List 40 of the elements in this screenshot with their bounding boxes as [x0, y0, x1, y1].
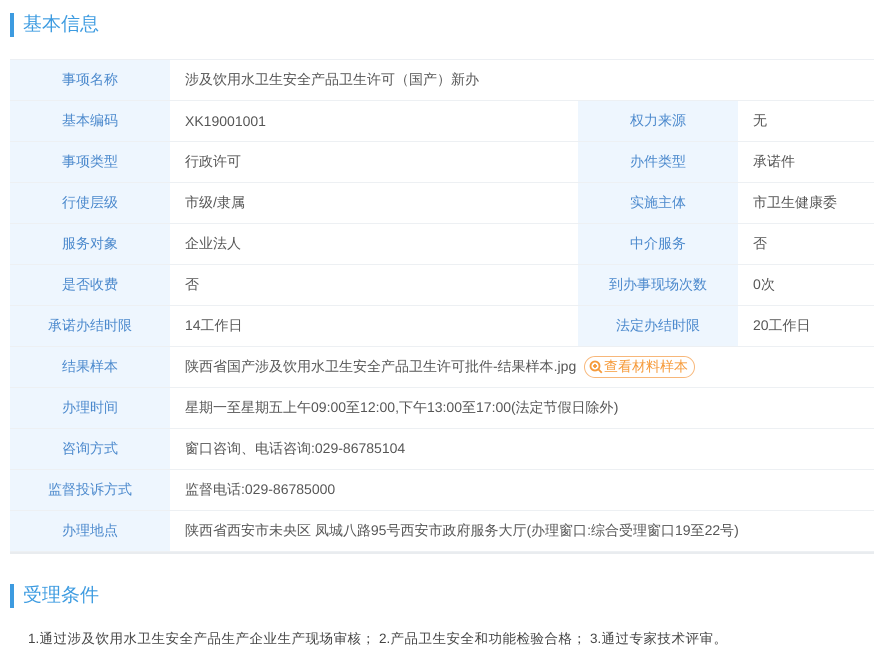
- field-value: 否: [738, 224, 874, 265]
- field-label: 咨询方式: [10, 429, 170, 470]
- field-label: 办件类型: [578, 142, 738, 183]
- field-value: 市卫生健康委: [738, 183, 874, 224]
- field-label: 法定办结时限: [578, 306, 738, 347]
- field-label: 服务对象: [10, 224, 170, 265]
- field-label: 办理时间: [10, 388, 170, 429]
- field-value: 窗口咨询、电话咨询:029-86785104: [170, 429, 874, 470]
- field-label: 行使层级: [10, 183, 170, 224]
- field-value: 20工作日: [738, 306, 874, 347]
- field-value: 否: [170, 265, 578, 306]
- field-label: 监督投诉方式: [10, 470, 170, 511]
- section-title: 基本信息: [10, 13, 99, 37]
- conditions-text: 1.通过涉及饮用水卫生安全产品生产企业生产现场审核； 2.产品卫生安全和功能检验合格； 3.通过专家技术评审。: [27, 630, 728, 648]
- field-label: 实施主体: [578, 183, 738, 224]
- section-title: 受理条件: [10, 584, 99, 608]
- field-value: 市级/隶属: [170, 183, 578, 224]
- field-value: 0次: [738, 265, 874, 306]
- field-value: 企业法人: [170, 224, 578, 265]
- field-label: 结果样本: [10, 347, 170, 388]
- field-value: 监督电话:029-86785000: [170, 470, 874, 511]
- field-label: 是否收费: [10, 265, 170, 306]
- field-value: 行政许可: [170, 142, 578, 183]
- zoom-in-icon: [589, 360, 604, 374]
- file-name: 陕西省国产涉及饮用水卫生安全产品卫生许可批件-结果样本.jpg: [185, 358, 576, 376]
- field-label: 事项类型: [10, 142, 170, 183]
- field-value: 无: [738, 101, 874, 142]
- field-value: 14工作日: [170, 306, 578, 347]
- view-sample-button[interactable]: 查看材料样本: [584, 356, 696, 378]
- field-label: 权力来源: [578, 101, 738, 142]
- field-label: 办理地点: [10, 511, 170, 552]
- field-label: 基本编码: [10, 101, 170, 142]
- field-value: XK19001001: [170, 101, 578, 142]
- field-label: 事项名称: [10, 60, 170, 101]
- field-label: 到办事现场次数: [578, 265, 738, 306]
- field-label: 中介服务: [578, 224, 738, 265]
- field-value: 陕西省西安市未央区 凤城八路95号西安市政府服务大厅(办理窗口:综合受理窗口19至22号): [170, 511, 874, 552]
- field-value: 星期一至星期五上午09:00至12:00,下午13:00至17:00(法定节假日除外): [170, 388, 874, 429]
- field-label: 承诺办结时限: [10, 306, 170, 347]
- field-value: 承诺件: [738, 142, 874, 183]
